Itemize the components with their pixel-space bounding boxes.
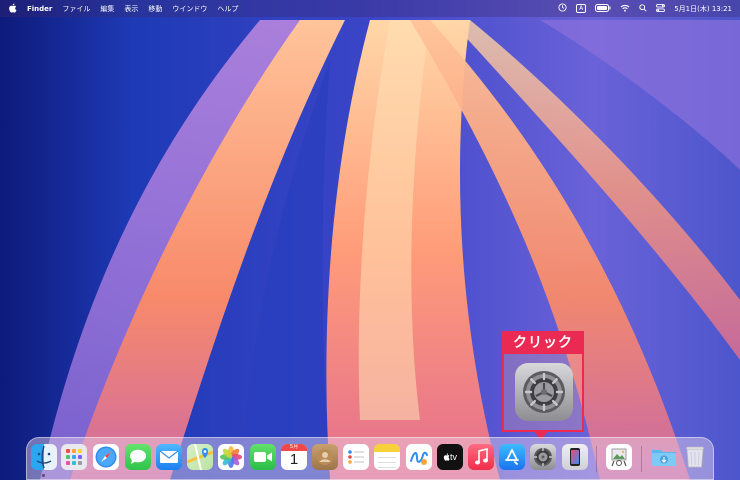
iphone-mirroring-icon[interactable] [562, 444, 588, 470]
mail-icon[interactable] [156, 444, 182, 470]
downloads-folder-icon[interactable] [651, 444, 677, 470]
menu-go[interactable]: 移動 [148, 4, 162, 14]
menu-window[interactable]: ウインドウ [172, 4, 207, 14]
menu-view[interactable]: 表示 [124, 4, 138, 14]
dock-separator [596, 446, 597, 472]
notes-icon[interactable] [374, 444, 400, 470]
photos-icon[interactable] [218, 444, 244, 470]
control-center-icon[interactable] [656, 3, 666, 14]
input-source-icon[interactable]: A [576, 4, 587, 13]
time-machine-icon[interactable] [558, 3, 567, 14]
battery-icon[interactable] [595, 3, 611, 14]
reminders-icon[interactable] [343, 444, 369, 470]
calendar-month: 5月 [281, 444, 307, 451]
trash-icon[interactable] [682, 444, 708, 470]
desktop-wallpaper [0, 0, 740, 480]
menu-file[interactable]: ファイル [62, 4, 90, 14]
freeform-icon[interactable] [406, 444, 432, 470]
maps-icon[interactable] [187, 444, 213, 470]
click-callout: クリック [502, 331, 584, 432]
dock-separator-2 [641, 446, 642, 472]
menu-help[interactable]: ヘルプ [217, 4, 238, 14]
calendar-day: 1 [289, 451, 299, 468]
menu-edit[interactable]: 編集 [100, 4, 114, 14]
system-settings-icon[interactable] [530, 444, 556, 470]
menu-app-name[interactable]: Finder [27, 5, 52, 13]
preview-icon[interactable] [606, 444, 632, 470]
messages-icon[interactable] [125, 444, 151, 470]
apple-menu-icon[interactable] [8, 2, 17, 15]
facetime-icon[interactable] [250, 444, 276, 470]
spotlight-search-icon[interactable] [639, 3, 647, 14]
callout-label: クリック [504, 333, 582, 354]
contacts-icon[interactable] [312, 444, 338, 470]
menu-clock[interactable]: 5月1日(木) 13:21 [674, 4, 732, 14]
safari-icon[interactable] [93, 444, 119, 470]
launchpad-icon[interactable] [61, 444, 87, 470]
calendar-icon[interactable]: 5月 1 [281, 444, 307, 470]
wifi-icon[interactable] [620, 4, 630, 14]
menu-bar: Finder ファイル 編集 表示 移動 ウインドウ ヘルプ A 5月1日(木)… [0, 0, 740, 17]
apple-tv-icon[interactable]: tv [437, 444, 463, 470]
apple-tv-label: tv [449, 452, 457, 462]
finder-icon[interactable] [31, 444, 57, 470]
music-icon[interactable] [468, 444, 494, 470]
finder-running-indicator [42, 474, 45, 477]
system-settings-enlarged-icon [515, 363, 573, 421]
app-store-icon[interactable] [499, 444, 525, 470]
